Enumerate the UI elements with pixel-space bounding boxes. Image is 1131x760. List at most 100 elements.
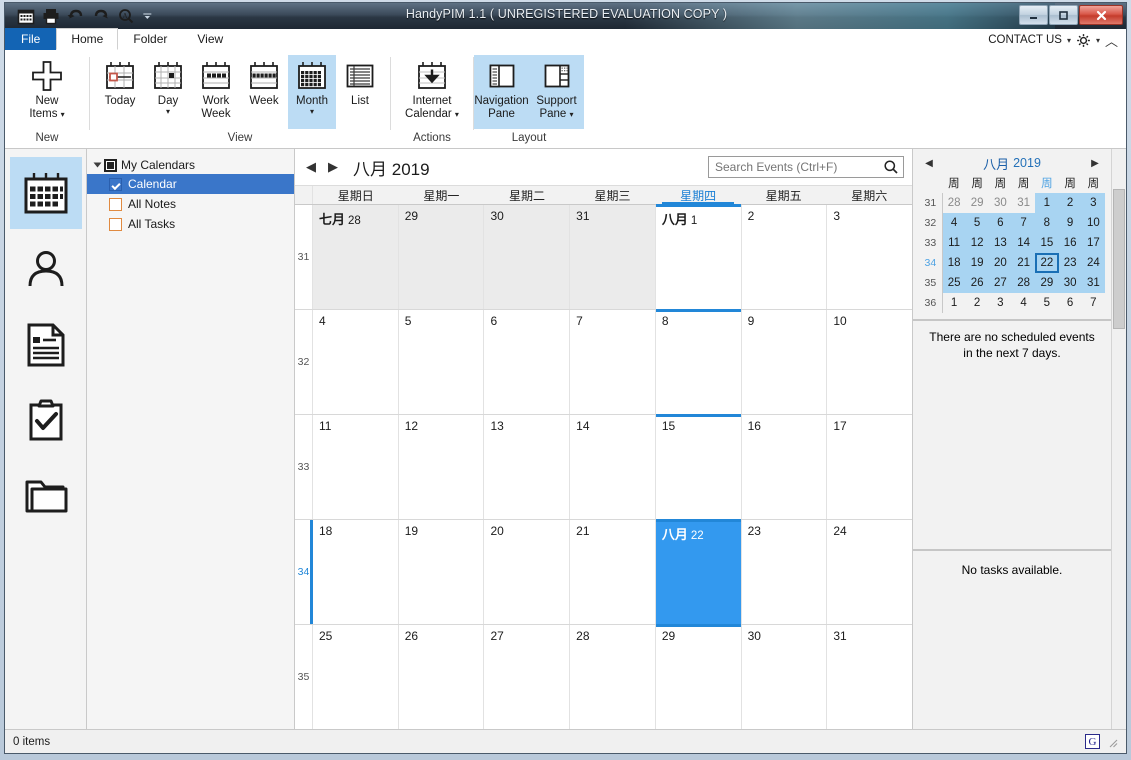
mini-prev-button[interactable]: ◀ [921,158,937,169]
mini-day[interactable]: 21 [1012,253,1036,273]
ribbon-right-controls[interactable]: CONTACT US ▾ ▾ ︿ [988,29,1118,51]
mini-day[interactable]: 15 [1035,233,1059,253]
mini-day[interactable]: 24 [1081,253,1105,273]
redo-icon[interactable] [92,7,110,25]
mini-day[interactable]: 8 [1035,213,1059,233]
gear-icon[interactable] [1076,33,1091,48]
mini-day[interactable]: 3 [1081,193,1105,213]
customize-qat-icon[interactable] [142,7,154,25]
mini-day[interactable]: 28 [1012,273,1036,293]
day-cell[interactable]: 2 [741,205,828,309]
search-input[interactable] [715,160,883,174]
mini-day[interactable]: 31 [1081,273,1105,293]
mini-day[interactable]: 2 [966,293,989,313]
folder-tree-pane[interactable]: My Calendars Calendar All Notes All Task… [87,149,295,729]
mini-day[interactable]: 7 [1082,293,1105,313]
close-button[interactable] [1079,5,1123,25]
tree-item-all-notes[interactable]: All Notes [87,194,294,214]
mini-day[interactable]: 20 [988,253,1012,273]
mini-calendar-table[interactable]: 周 周 周 周 周 周 周 31 28 29 30 31 1 2 3 32 4 … [919,173,1105,313]
day-cell[interactable]: 4 [313,310,399,414]
all-notes-checkbox[interactable] [109,197,122,211]
mini-day[interactable]: 19 [965,253,989,273]
mini-day[interactable]: 29 [966,193,989,213]
support-pane-button[interactable]: Support Pane ▾ [529,55,584,129]
tab-home[interactable]: Home [56,28,119,50]
calendar-icon[interactable] [17,7,35,25]
day-cell[interactable]: 20 [484,520,571,624]
day-cell[interactable]: 3 [827,205,913,309]
rail-item-contacts[interactable] [10,233,82,305]
work-week-button[interactable]: Work Week [192,55,240,129]
chevron-down-icon[interactable]: ▾ [1067,36,1071,45]
day-cell[interactable]: 七月 28 [313,205,399,309]
mini-day[interactable]: 12 [965,233,989,253]
day-cell[interactable]: 19 [398,520,485,624]
previous-month-button[interactable]: ◀ [303,156,319,178]
day-cell[interactable]: 16 [741,415,828,519]
mini-day[interactable]: 14 [1012,233,1036,253]
mini-day[interactable]: 30 [989,193,1012,213]
rail-item-calendar[interactable] [9,157,82,229]
resize-grip-icon[interactable] [1106,736,1118,748]
internet-calendar-dropdown-icon[interactable]: ▾ [455,110,459,119]
mini-day[interactable]: 16 [1058,233,1082,253]
mini-day[interactable]: 29 [1035,273,1059,293]
day-cell[interactable]: 31 [827,625,913,729]
day-cell[interactable]: 17 [827,415,913,519]
day-button[interactable]: Day ▾ [144,55,192,129]
day-cell[interactable]: 8 [655,309,742,414]
day-cell[interactable]: 31 [570,205,656,309]
undo-icon[interactable] [67,7,85,25]
day-cell[interactable]: 28 [570,625,656,729]
tab-folder[interactable]: Folder [118,28,182,50]
mini-day-today[interactable]: 22 [1035,253,1059,273]
mini-day[interactable]: 2 [1058,193,1082,213]
day-cell[interactable]: 30 [741,625,828,729]
mini-day[interactable]: 30 [1058,273,1082,293]
day-cell[interactable]: 25 [313,625,399,729]
module-rail[interactable] [5,149,87,729]
mini-next-button[interactable]: ▶ [1087,158,1103,169]
support-pane-scrollbar[interactable] [1111,149,1126,729]
minimize-button[interactable] [1019,5,1048,25]
tree-item-calendar[interactable]: Calendar [87,174,294,194]
mini-day[interactable]: 10 [1081,213,1105,233]
day-cell[interactable]: 12 [398,415,485,519]
new-items-button[interactable]: New Items ▾ [11,55,83,129]
mini-day[interactable]: 4 [942,213,966,233]
month-button[interactable]: Month ▾ [288,55,336,129]
contact-us-link[interactable]: CONTACT US [988,34,1062,46]
mini-day[interactable]: 1 [1035,193,1059,213]
search-icon[interactable] [883,159,899,175]
mini-day[interactable]: 3 [989,293,1012,313]
internet-calendar-button[interactable]: Internet Calendar ▾ [397,55,467,129]
day-cell[interactable]: 5 [398,310,485,414]
mini-day[interactable]: 11 [942,233,966,253]
day-cell-selected[interactable]: 八月 22 [655,519,742,624]
tab-view[interactable]: View [182,28,238,50]
maximize-button[interactable] [1049,5,1078,25]
month-dropdown-icon[interactable]: ▾ [310,108,314,116]
mini-day[interactable]: 13 [988,233,1012,253]
day-cell[interactable]: 21 [570,520,656,624]
mini-day[interactable]: 9 [1058,213,1082,233]
search-events-box[interactable] [708,156,904,178]
ribbon-tab-strip[interactable]: File Home Folder View CONTACT US ▾ ▾ ︿ [5,28,1126,51]
mini-day[interactable]: 26 [965,273,989,293]
mini-day[interactable]: 4 [1012,293,1035,313]
rail-item-notes[interactable] [10,309,82,381]
day-cell[interactable]: 29 [655,624,742,729]
root-checkbox-icon[interactable] [104,158,117,172]
find-icon[interactable]: A [117,7,135,25]
scrollbar-thumb[interactable] [1113,189,1125,329]
mini-day[interactable]: 7 [1012,213,1036,233]
day-cell[interactable]: 9 [741,310,828,414]
day-cell[interactable]: 13 [484,415,571,519]
day-cell[interactable]: 26 [398,625,485,729]
calendar-checkbox[interactable] [109,177,122,191]
today-button[interactable]: Today [96,55,144,129]
day-cell[interactable]: 7 [570,310,656,414]
mini-day[interactable]: 25 [942,273,966,293]
week-button[interactable]: Week [240,55,288,129]
